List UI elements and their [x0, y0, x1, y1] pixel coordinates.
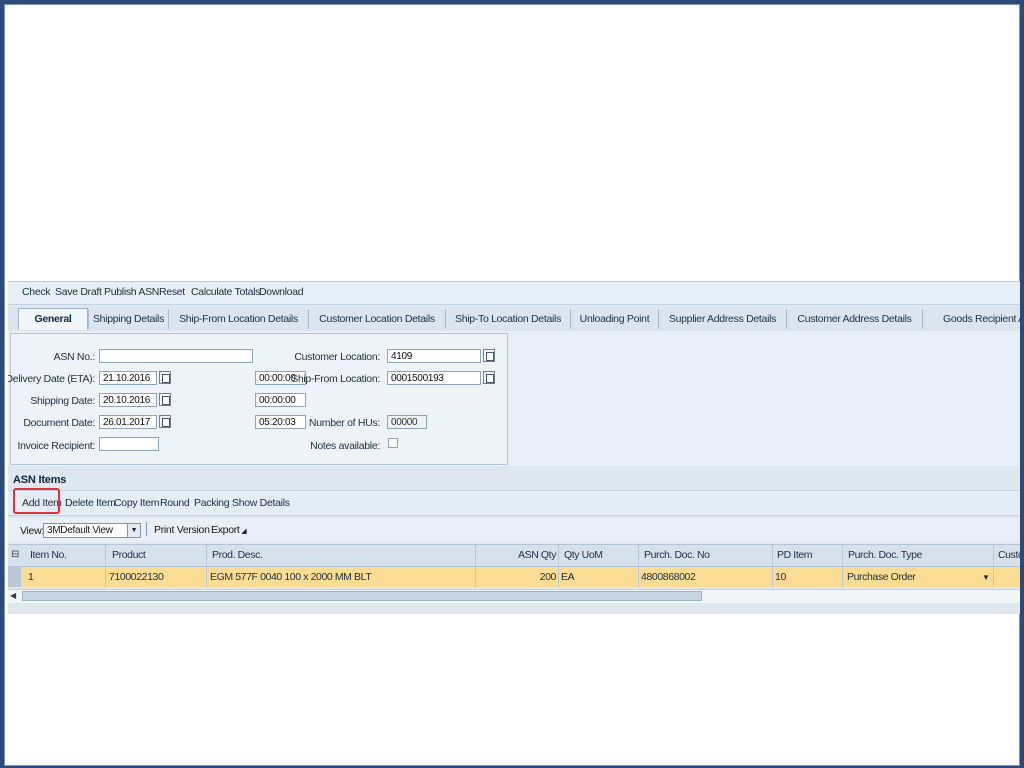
shipping-date-input[interactable]: 20.10.2016 [99, 393, 157, 407]
reset-button[interactable]: Reset [159, 286, 185, 298]
tab-supplier-address-details[interactable]: Supplier Address Details [658, 309, 786, 329]
calendar-icon[interactable] [159, 415, 171, 428]
col-item-no[interactable]: Item No. [30, 549, 67, 561]
delete-item-button[interactable]: Delete Item [65, 497, 116, 509]
scroll-thumb[interactable] [22, 591, 702, 601]
tab-ship-from-location-details[interactable]: Ship-From Location Details [168, 309, 308, 329]
dropdown-arrow-icon[interactable]: ▼ [982, 573, 990, 582]
check-button[interactable]: Check [22, 286, 51, 298]
shipping-time-input[interactable]: 00:00:00 [255, 393, 306, 407]
number-of-hus-value: 00000 [387, 415, 427, 429]
asn-screen: Check Save Draft Publish ASN Reset Calcu… [8, 281, 1020, 614]
notes-available-checkbox [388, 438, 398, 448]
view-label: View: [20, 525, 44, 537]
export-label: Export [211, 524, 240, 536]
divider [146, 522, 147, 536]
cell-item-no[interactable]: 1 [28, 571, 34, 583]
add-item-highlight [13, 488, 60, 514]
value-help-icon[interactable] [483, 349, 495, 362]
column-divider [638, 544, 639, 588]
calendar-icon[interactable] [159, 393, 171, 406]
col-asn-qty[interactable]: ASN Qty [518, 549, 556, 561]
main-toolbar: Check Save Draft Publish ASN Reset Calcu… [8, 282, 1020, 305]
col-pd-item[interactable]: PD Item [777, 549, 813, 561]
cell-pd-item[interactable]: 10 [775, 571, 786, 583]
view-bar: View: 3MDefault View ▼ Print Version Exp… [8, 518, 1020, 542]
col-qty-uom[interactable]: Qty UoM [564, 549, 603, 561]
col-product[interactable]: Product [112, 549, 146, 561]
asn-no-input[interactable] [99, 349, 253, 363]
ship-from-location-label: Ship-From Location: [291, 373, 380, 385]
column-divider [993, 544, 994, 588]
tab-goods-recipient-address[interactable]: Goods Recipient Add [922, 309, 1020, 329]
publish-asn-button[interactable]: Publish ASN [104, 286, 159, 298]
asn-no-label: ASN No.: [53, 351, 96, 363]
tab-customer-location-details[interactable]: Customer Location Details [308, 309, 445, 329]
delivery-date-input[interactable]: 21.10.2016 [99, 371, 157, 385]
download-button[interactable]: Download [259, 286, 304, 298]
number-of-hus-label: Number of HUs: [308, 417, 380, 429]
cell-asn-qty[interactable]: 200 [478, 571, 557, 583]
view-select[interactable]: 3MDefault View ▼ [43, 523, 141, 538]
col-prod-desc[interactable]: Prod. Desc. [212, 549, 263, 561]
tab-general[interactable]: General [18, 308, 88, 330]
cell-prod-desc[interactable]: EGM 577F 0040 100 x 2000 MM BLT [210, 571, 372, 583]
column-divider [772, 544, 773, 588]
column-divider [206, 544, 207, 588]
column-divider [105, 544, 106, 588]
calculate-totals-button[interactable]: Calculate Totals [191, 286, 260, 298]
tab-customer-address-details[interactable]: Customer Address Details [786, 309, 922, 329]
cell-purch-doc-no[interactable]: 4800868002 [641, 571, 696, 583]
packing-button[interactable]: Packing [194, 497, 230, 509]
row-selector[interactable] [8, 567, 21, 587]
scroll-left-icon[interactable]: ◀ [10, 591, 16, 600]
cell-product[interactable]: 7100022130 [109, 571, 164, 583]
asn-items-title: ASN Items [13, 474, 67, 486]
view-select-value: 3MDefault View [47, 525, 113, 536]
cell-qty-uom[interactable]: EA [561, 571, 575, 583]
copy-item-button[interactable]: Copy Item [114, 497, 159, 509]
cell-purch-doc-type[interactable]: Purchase Order [847, 571, 916, 583]
print-version-button[interactable]: Print Version [154, 524, 210, 536]
show-details-button[interactable]: Show Details [232, 497, 290, 509]
table-row[interactable]: 1 7100022130 EGM 577F 0040 100 x 2000 MM… [8, 567, 1020, 587]
items-toolbar: Add Item Delete Item Copy Item Round Pac… [8, 490, 1020, 516]
table-header: ⊟ Item No. Product Prod. Desc. ASN Qty Q… [8, 544, 1020, 567]
col-customer[interactable]: Custo [998, 549, 1020, 561]
calendar-icon[interactable] [159, 371, 171, 384]
horizontal-scrollbar[interactable]: ◀ [8, 589, 1020, 603]
customer-location-label: Customer Location: [294, 351, 380, 363]
document-time-input[interactable]: 05:20:03 [255, 415, 306, 429]
notes-available-label: Notes available: [310, 440, 380, 452]
shipping-date-label: Shipping Date: [30, 395, 95, 407]
customer-location-input[interactable]: 4109 [387, 349, 481, 363]
invoice-recipient-input[interactable] [99, 437, 159, 451]
general-form: ASN No.: Delivery Date (ETA): 21.10.2016… [8, 333, 508, 465]
tab-shipping-details[interactable]: Shipping Details [88, 309, 168, 329]
round-button[interactable]: Round [160, 497, 190, 509]
export-button[interactable]: Export ◢ [211, 524, 247, 536]
delivery-date-label: Delivery Date (ETA): [8, 373, 95, 385]
tab-unloading-point[interactable]: Unloading Point [570, 309, 658, 329]
tab-ship-to-location-details[interactable]: Ship-To Location Details [445, 309, 570, 329]
table-settings-icon[interactable]: ⊟ [11, 549, 19, 560]
save-draft-button[interactable]: Save Draft [55, 286, 102, 298]
document-date-label: Document Date: [23, 417, 95, 429]
col-purch-doc-type[interactable]: Purch. Doc. Type [848, 549, 922, 561]
export-dropdown-icon: ◢ [239, 528, 247, 535]
column-divider [558, 544, 559, 588]
invoice-recipient-label: Invoice Recipient: [17, 440, 96, 452]
col-purch-doc-no[interactable]: Purch. Doc. No [644, 549, 710, 561]
general-form-area: ASN No.: Delivery Date (ETA): 21.10.2016… [8, 331, 1020, 466]
tab-strip: General Shipping Details Ship-From Locat… [8, 307, 1020, 332]
dropdown-arrow-icon[interactable]: ▼ [127, 524, 140, 537]
ship-from-location-input[interactable]: 0001500193 [387, 371, 481, 385]
asn-items-table: ⊟ Item No. Product Prod. Desc. ASN Qty Q… [8, 544, 1020, 588]
column-divider [842, 544, 843, 588]
column-divider [475, 544, 476, 588]
document-date-input[interactable]: 26.01.2017 [99, 415, 157, 429]
value-help-icon[interactable] [483, 371, 495, 384]
